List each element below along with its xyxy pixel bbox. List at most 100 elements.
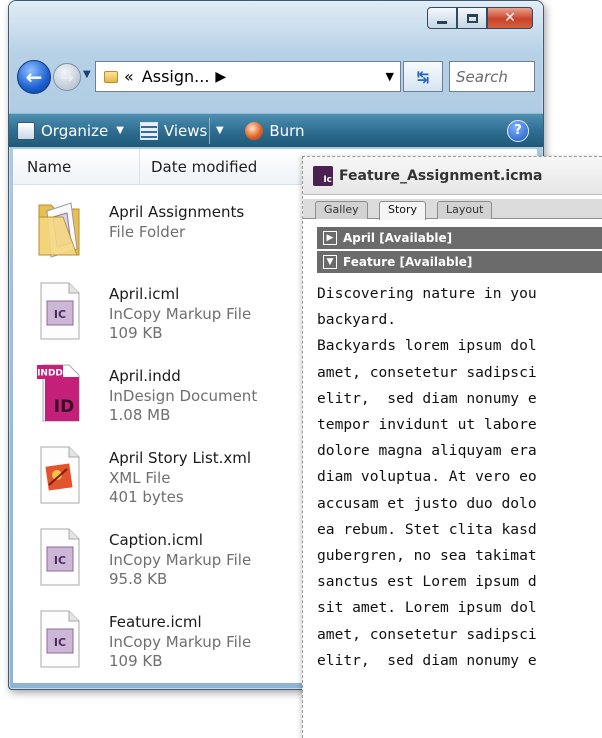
file-size: 109 KB — [109, 324, 163, 342]
file-type: InDesign Document — [109, 387, 258, 405]
file-name: April.indd — [109, 367, 181, 385]
organize-label: Organize — [41, 121, 109, 140]
file-name: Feature.icml — [109, 613, 202, 631]
story-line: backyard. — [317, 311, 397, 329]
file-name: April Story List.xml — [109, 449, 252, 467]
story-line: amet, consetetur sadipsci — [317, 625, 537, 643]
tab-galley[interactable]: Galley — [315, 201, 368, 219]
tab-layout[interactable]: Layout — [437, 201, 493, 219]
file-name: April.icml — [109, 285, 180, 303]
list-item[interactable]: IC Caption.icml InCopy Markup File 95.8 … — [13, 523, 313, 605]
story-line: sit amet. Lorem ipsum dol — [317, 599, 537, 617]
forward-arrow-icon: → — [60, 67, 74, 87]
file-type: File Folder — [109, 223, 186, 241]
story-line: ea rebum. Stet clita kasd — [317, 520, 537, 538]
story-line: accusam et justo duo dolo — [317, 494, 537, 512]
column-date-modified[interactable]: Date modified — [151, 158, 257, 176]
incopy-app-icon: Ic — [313, 165, 333, 186]
panel-title-bar: Ic Feature_Assignment.icma — [303, 157, 602, 195]
file-size: 1.08 MB — [109, 406, 171, 424]
command-bar: Organize ▼ Views ▼ Burn ? — [9, 113, 543, 147]
address-bar[interactable]: « Assign... ▶ ▼ — [95, 61, 401, 92]
back-arrow-icon: ← — [25, 65, 43, 89]
story-line: elitr, sed diam nonumy e — [317, 651, 537, 669]
story-line: gubergren, no sea takimat — [317, 547, 537, 565]
view-tabs: Galley Story Layout — [303, 199, 602, 220]
file-type: InCopy Markup File — [109, 305, 252, 323]
file-size: 95.8 KB — [109, 570, 168, 588]
story-line: Backyards lorem ipsum dol — [317, 337, 537, 355]
panel-title: Feature_Assignment.icma — [339, 167, 543, 184]
folder-icon — [104, 70, 118, 83]
organize-icon — [17, 121, 35, 140]
address-overflow[interactable]: « — [124, 67, 134, 86]
story-bar-feature[interactable]: ▼ Feature [Available] — [317, 251, 602, 273]
tab-story[interactable]: Story — [379, 201, 427, 220]
list-item[interactable]: April Story List.xml XML File 401 bytes — [13, 441, 313, 523]
file-name: April Assignments — [109, 203, 245, 221]
address-crumb[interactable]: Assign... — [142, 67, 210, 86]
maximize-icon — [466, 13, 478, 23]
burn-button[interactable]: Burn — [237, 114, 312, 147]
list-item[interactable]: IC April.icml InCopy Markup File 109 KB — [13, 277, 313, 359]
views-icon — [139, 121, 158, 140]
indesign-file-icon: INDD ID — [37, 364, 80, 422]
back-button[interactable]: ← — [17, 60, 51, 94]
list-item[interactable]: INDD ID April.indd InDesign Document 1.0… — [13, 359, 313, 441]
column-divider[interactable] — [139, 149, 140, 185]
file-size: 401 bytes — [109, 488, 184, 506]
story-line: dolore magna aliquyam era — [317, 442, 537, 460]
burn-label: Burn — [269, 121, 305, 140]
incopy-icon-label: IC — [54, 636, 66, 649]
folder-icon — [38, 202, 80, 258]
forward-button[interactable]: → — [53, 63, 81, 91]
incopy-file-icon: IC — [40, 610, 80, 668]
story-line: Discovering nature in you — [317, 285, 537, 302]
address-dropdown-icon[interactable]: ▼ — [386, 70, 394, 83]
navigation-bar: ← → ▼ « Assign... ▶ ▼ ↹ Search — [9, 57, 543, 97]
search-input[interactable]: Search — [449, 61, 535, 92]
views-dropdown-icon[interactable]: ▼ — [209, 117, 229, 144]
story-line: elitr, sed diam nonumy e — [317, 389, 537, 407]
file-size: 109 KB — [109, 652, 163, 670]
file-list: April Assignments File Folder IC April.i… — [13, 195, 313, 687]
maximize-button[interactable] — [457, 7, 487, 29]
minimize-icon — [437, 20, 447, 24]
incopy-file-icon: IC — [40, 282, 80, 340]
file-type: InCopy Markup File — [109, 633, 252, 651]
minimize-button[interactable] — [427, 7, 457, 29]
story-line: diam voluptua. At vero eo — [317, 468, 537, 486]
history-dropdown-icon[interactable]: ▼ — [83, 69, 91, 80]
window-controls: ✕ — [427, 7, 533, 29]
collapse-triangle-icon[interactable]: ▼ — [323, 255, 337, 269]
views-label: Views — [163, 121, 208, 140]
story-line: amet, consetetur sadipsci — [317, 363, 537, 381]
crumb-separator-icon[interactable]: ▶ — [215, 69, 226, 85]
chevron-down-icon: ▼ — [116, 125, 124, 136]
file-name: Caption.icml — [109, 531, 203, 549]
incopy-icon-label: IC — [54, 308, 66, 321]
incopy-file-icon: IC — [40, 528, 80, 586]
incopy-icon-label: IC — [54, 554, 66, 567]
burn-icon — [245, 121, 264, 140]
organize-button[interactable]: Organize ▼ — [9, 114, 132, 147]
story-text[interactable]: Discovering nature in you backyard. Backya… — [317, 281, 602, 674]
incopy-story-panel: Ic Feature_Assignment.icma Galley Story … — [302, 156, 602, 738]
list-item[interactable]: IC Feature.icml InCopy Markup File 109 K… — [13, 605, 313, 687]
story-line: tempor invidunt ut labore — [317, 416, 537, 434]
views-button[interactable]: Views ▼ — [132, 114, 237, 147]
xml-file-icon — [40, 446, 80, 504]
story-bar-april[interactable]: ▶ April [Available] — [317, 227, 602, 249]
file-type: InCopy Markup File — [109, 551, 252, 569]
close-button[interactable]: ✕ — [487, 7, 533, 29]
refresh-button[interactable]: ↹ — [403, 61, 443, 92]
close-icon: ✕ — [504, 10, 516, 26]
column-name[interactable]: Name — [27, 158, 71, 176]
story-label: April [Available] — [343, 231, 453, 245]
story-label: Feature [Available] — [343, 255, 473, 269]
expand-triangle-icon[interactable]: ▶ — [323, 231, 337, 245]
refresh-icon: ↹ — [416, 67, 430, 86]
file-type: XML File — [109, 469, 171, 487]
help-icon[interactable]: ? — [507, 119, 529, 142]
list-item[interactable]: April Assignments File Folder — [13, 195, 313, 277]
